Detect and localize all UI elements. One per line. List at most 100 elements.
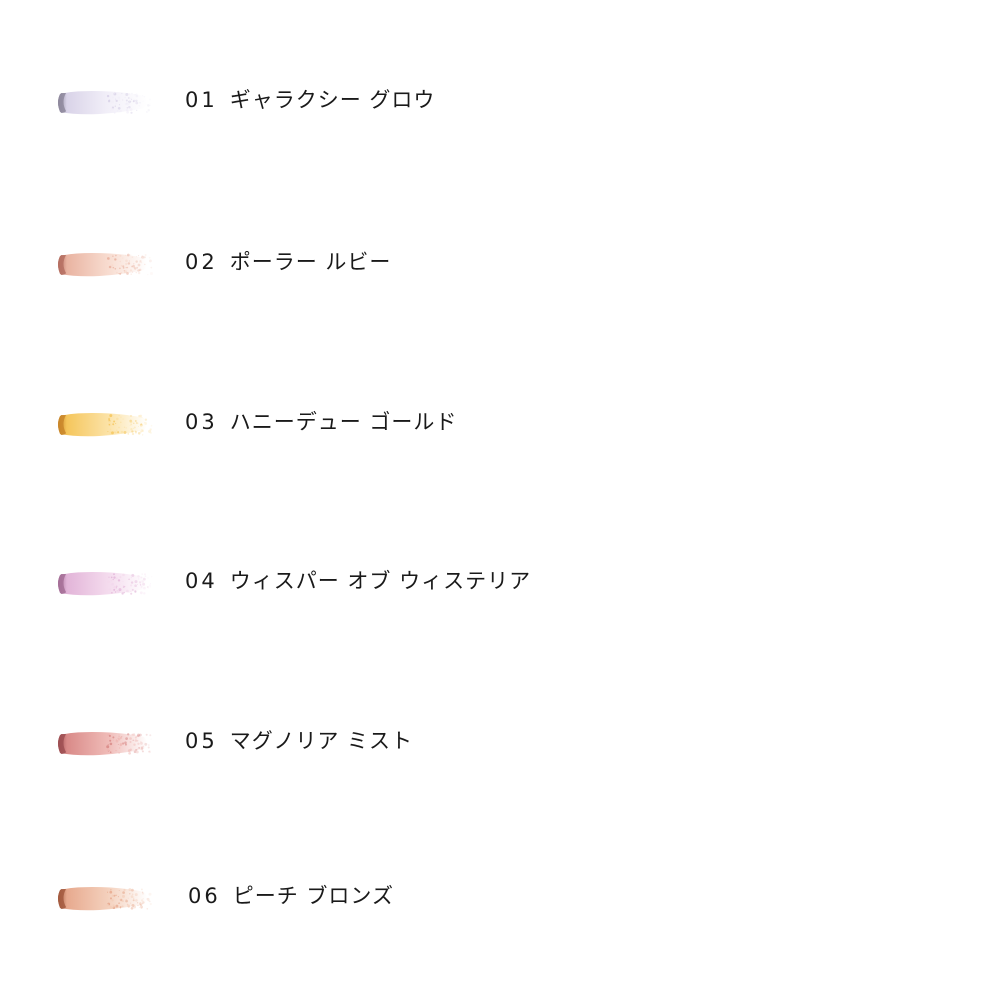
- swatch-speck: [115, 739, 118, 741]
- swatch-speck: [128, 591, 130, 593]
- swatch-speck: [148, 900, 150, 902]
- swatch-speck: [141, 891, 144, 894]
- swatch-speck: [147, 108, 150, 112]
- swatch-speck: [114, 267, 117, 270]
- swatch-speck: [142, 100, 144, 102]
- swatch-speck: [112, 904, 115, 907]
- swatch-speck: [117, 590, 120, 593]
- swatch-speck: [144, 253, 147, 257]
- swatch-speck: [114, 258, 117, 261]
- swatch-speck: [126, 903, 128, 905]
- swatch-speck: [149, 102, 151, 104]
- swatch-speck: [129, 420, 133, 424]
- shade-row-03: 03 ハニーデュー ゴールド: [0, 394, 1000, 454]
- swatch-speck: [134, 420, 137, 422]
- swatch-speck: [113, 573, 115, 576]
- swatch-speck: [120, 421, 122, 423]
- swatch-speck: [137, 904, 139, 907]
- swatch-speck: [112, 906, 115, 908]
- swatch-speck: [106, 745, 110, 749]
- swatch-speck: [113, 431, 116, 433]
- swatch-speck: [125, 267, 127, 269]
- swatch-speck: [146, 111, 148, 113]
- swatch-speck: [108, 262, 110, 264]
- swatch-speck: [130, 111, 133, 114]
- swatch-speck: [132, 101, 134, 103]
- swatch-speck: [117, 96, 121, 99]
- swatch-speck: [142, 901, 145, 904]
- swatch-speck: [109, 739, 112, 742]
- swatch-speck: [119, 110, 122, 113]
- swatch-speck: [131, 92, 133, 95]
- swatch-speck: [139, 906, 141, 908]
- swatch-speck: [128, 751, 131, 755]
- swatch-speck: [142, 582, 146, 586]
- swatch-speck: [108, 576, 110, 578]
- swatch-speck: [124, 741, 127, 744]
- swatch-speck: [122, 257, 124, 259]
- shade-label-05: 05 マグノリア ミスト: [185, 727, 413, 755]
- swatch-speck: [149, 584, 151, 586]
- swatch-speck: [130, 576, 133, 579]
- swatch-speck: [118, 273, 120, 275]
- swatch-speck: [139, 581, 141, 584]
- swatch-speck: [108, 734, 111, 737]
- swatch-speck: [110, 100, 114, 104]
- swatch-speck: [125, 737, 128, 740]
- swatch-speck: [108, 588, 111, 591]
- swatch-speck: [128, 888, 132, 892]
- swatch-speck: [122, 580, 124, 582]
- swatch-speck: [137, 748, 139, 750]
- swatch-speck: [119, 743, 122, 747]
- swatch-speck: [111, 582, 114, 586]
- swatch-speck: [135, 260, 138, 263]
- swatch-speck: [110, 424, 112, 426]
- swatch-speck: [132, 899, 135, 902]
- swatch-speck: [114, 591, 117, 593]
- swatch-speck: [131, 893, 134, 896]
- swatch-smear: [58, 91, 147, 115]
- swatch-speck: [137, 271, 141, 275]
- swatch-speck: [129, 737, 132, 740]
- swatch-speck: [122, 418, 124, 420]
- swatch-speck: [106, 94, 110, 98]
- swatch-speck: [136, 422, 139, 425]
- swatch-speck: [144, 575, 147, 577]
- swatch-speck: [134, 736, 137, 739]
- swatch-speck: [116, 417, 119, 421]
- swatch-speck: [117, 431, 120, 434]
- swatch-speck: [150, 738, 152, 740]
- swatch-speck: [150, 424, 153, 427]
- swatch-speck: [111, 431, 114, 435]
- swatch-speck: [119, 260, 121, 263]
- swatch-speck: [131, 432, 135, 436]
- swatch-speck: [129, 108, 133, 111]
- swatch-speck: [133, 267, 136, 270]
- swatch-speck: [130, 906, 134, 910]
- swatch-speck: [112, 423, 115, 426]
- swatch-speck: [149, 104, 152, 106]
- swatch-speck: [133, 897, 135, 899]
- swatch-speck: [112, 266, 115, 269]
- swatch-speck: [113, 585, 117, 589]
- swatch-speck: [110, 110, 111, 112]
- swatch-speck: [131, 888, 134, 892]
- swatch-speck: [113, 111, 116, 114]
- swatch-speck: [126, 589, 129, 593]
- swatch-speck: [134, 93, 136, 96]
- swatch-speck: [107, 580, 110, 584]
- swatch-speck: [128, 260, 130, 262]
- swatch-speck: [128, 105, 131, 109]
- shade-number: 01: [185, 88, 218, 112]
- swatch-speck: [109, 905, 113, 909]
- swatch-speck: [111, 106, 115, 109]
- swatch-speck: [148, 259, 152, 263]
- swatch-speck: [122, 894, 125, 898]
- swatch-speck: [141, 573, 143, 575]
- swatch-speck: [106, 891, 109, 893]
- swatch-speck: [109, 751, 112, 753]
- swatch-speck: [130, 895, 134, 898]
- swatch-speck: [135, 271, 138, 274]
- swatch-speck: [126, 253, 130, 257]
- shade-number: 03: [185, 410, 218, 434]
